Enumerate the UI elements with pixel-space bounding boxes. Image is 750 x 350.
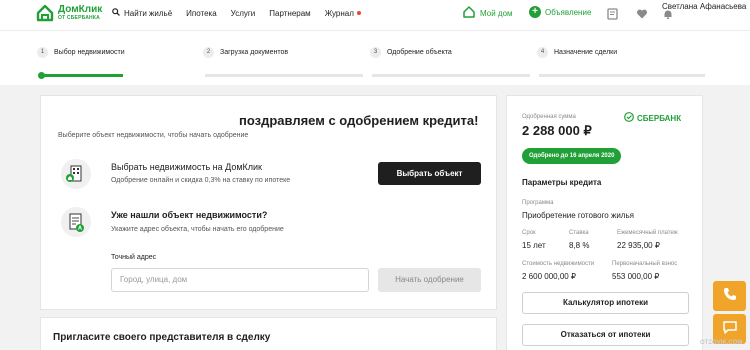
step-label: Загрузка документов — [220, 49, 289, 56]
step-1: 1 Выбор недвижимости — [37, 47, 125, 58]
phone-icon — [722, 286, 738, 307]
call-button[interactable] — [713, 281, 746, 311]
choose-object-button[interactable]: Выбрать объект — [378, 162, 481, 185]
payment-label: Ежемесячный платеж — [617, 230, 678, 236]
bank-name: СБЕРБАНК — [637, 113, 682, 123]
step-2: 2 Загрузка документов — [203, 47, 288, 58]
step-number: 1 — [37, 47, 48, 58]
my-home-label: Мой дом — [480, 8, 513, 18]
top-header: ДомКлик ОТ СБЕРБАНКА Найти жильё Ипотека… — [0, 0, 750, 30]
main-card: поздравляем с одобрением кредита! Выбери… — [40, 95, 497, 310]
approved-amount-label: Одобренная сумма — [522, 114, 576, 120]
mortgage-calculator-button[interactable]: Калькулятор ипотеки — [522, 292, 689, 314]
invite-card: Пригласите своего представителя в сделку — [40, 317, 497, 350]
step-label: Назначение сделки — [554, 49, 618, 56]
approval-badge: Одобрено до 16 апреля 2020 — [522, 148, 622, 164]
rate-value: 8,8 % — [569, 241, 590, 250]
compare-icon[interactable] — [607, 7, 619, 25]
down-payment-label: Первоначальный взнос — [612, 261, 678, 267]
start-approval-button[interactable]: Начать одобрение — [378, 268, 481, 292]
property-cost-value: 2 600 000,00 ₽ — [522, 272, 577, 281]
document-icon — [61, 207, 91, 237]
watermark: OTZOVIK.COM — [700, 340, 743, 346]
invite-title: Пригласите своего представителя в сделку — [53, 332, 271, 343]
step-label: Выбор недвижимости — [54, 49, 125, 56]
decline-mortgage-button[interactable]: Отказаться от ипотеки — [522, 324, 689, 346]
option-own-desc: Укажите адрес объекта, чтобы начать его … — [111, 226, 284, 233]
credit-params-title: Параметры кредита — [522, 178, 602, 187]
rate-label: Ставка — [569, 230, 589, 236]
step-3: 3 Одобрение объекта — [370, 47, 452, 58]
sberbank-icon — [624, 112, 634, 124]
progress-marker — [38, 72, 45, 79]
step-number: 4 — [537, 47, 548, 58]
address-input[interactable]: Город, улица, дом — [111, 268, 369, 292]
add-listing-link[interactable]: + Объявление — [529, 6, 591, 18]
option-select-title: Выбрать недвижимость на ДомКлик — [111, 162, 262, 172]
option-own-title: Уже нашли объект недвижимости? — [111, 210, 268, 220]
progress-segment-2 — [205, 74, 363, 77]
address-label: Точный адрес — [111, 254, 157, 261]
heart-icon[interactable] — [636, 7, 648, 25]
step-number: 2 — [203, 47, 214, 58]
my-home-link[interactable]: Мой дом — [463, 6, 513, 20]
progress-segment-4 — [539, 74, 705, 77]
plus-icon: + — [529, 6, 541, 18]
credit-summary-card: Одобренная сумма 2 288 000 ₽ СБЕРБАНК Од… — [506, 95, 703, 350]
step-number: 3 — [370, 47, 381, 58]
down-payment-value: 553 000,00 ₽ — [612, 272, 660, 281]
progress-segment-1 — [40, 74, 123, 77]
page-title: поздравляем с одобрением кредита! — [239, 113, 479, 128]
property-cost-label: Стоимость недвижимости — [522, 261, 595, 267]
building-icon — [61, 159, 91, 189]
step-4: 4 Назначение сделки — [537, 47, 617, 58]
term-value: 15 лет — [522, 241, 546, 250]
progress-steps: 1 Выбор недвижимости 2 Загрузка документ… — [0, 30, 750, 85]
step-label: Одобрение объекта — [387, 49, 452, 56]
option-select-desc: Одобрение онлайн и скидка 0,3% на ставку… — [111, 177, 291, 184]
home-icon — [463, 6, 475, 20]
approved-amount: 2 288 000 ₽ — [522, 123, 592, 138]
add-listing-label: Объявление — [545, 7, 592, 17]
bank-logo: СБЕРБАНК — [624, 112, 681, 124]
term-label: Срок — [522, 230, 536, 236]
chat-icon — [722, 319, 738, 340]
program-value: Приобретение готового жилья — [522, 211, 634, 220]
program-label: Программа — [522, 200, 554, 206]
user-name[interactable]: Светлана Афанасьева — [662, 2, 746, 11]
progress-segment-3 — [372, 74, 530, 77]
page-subtitle: Выберите объект недвижимости, чтобы нача… — [58, 132, 249, 139]
payment-value: 22 935,00 ₽ — [617, 241, 660, 250]
